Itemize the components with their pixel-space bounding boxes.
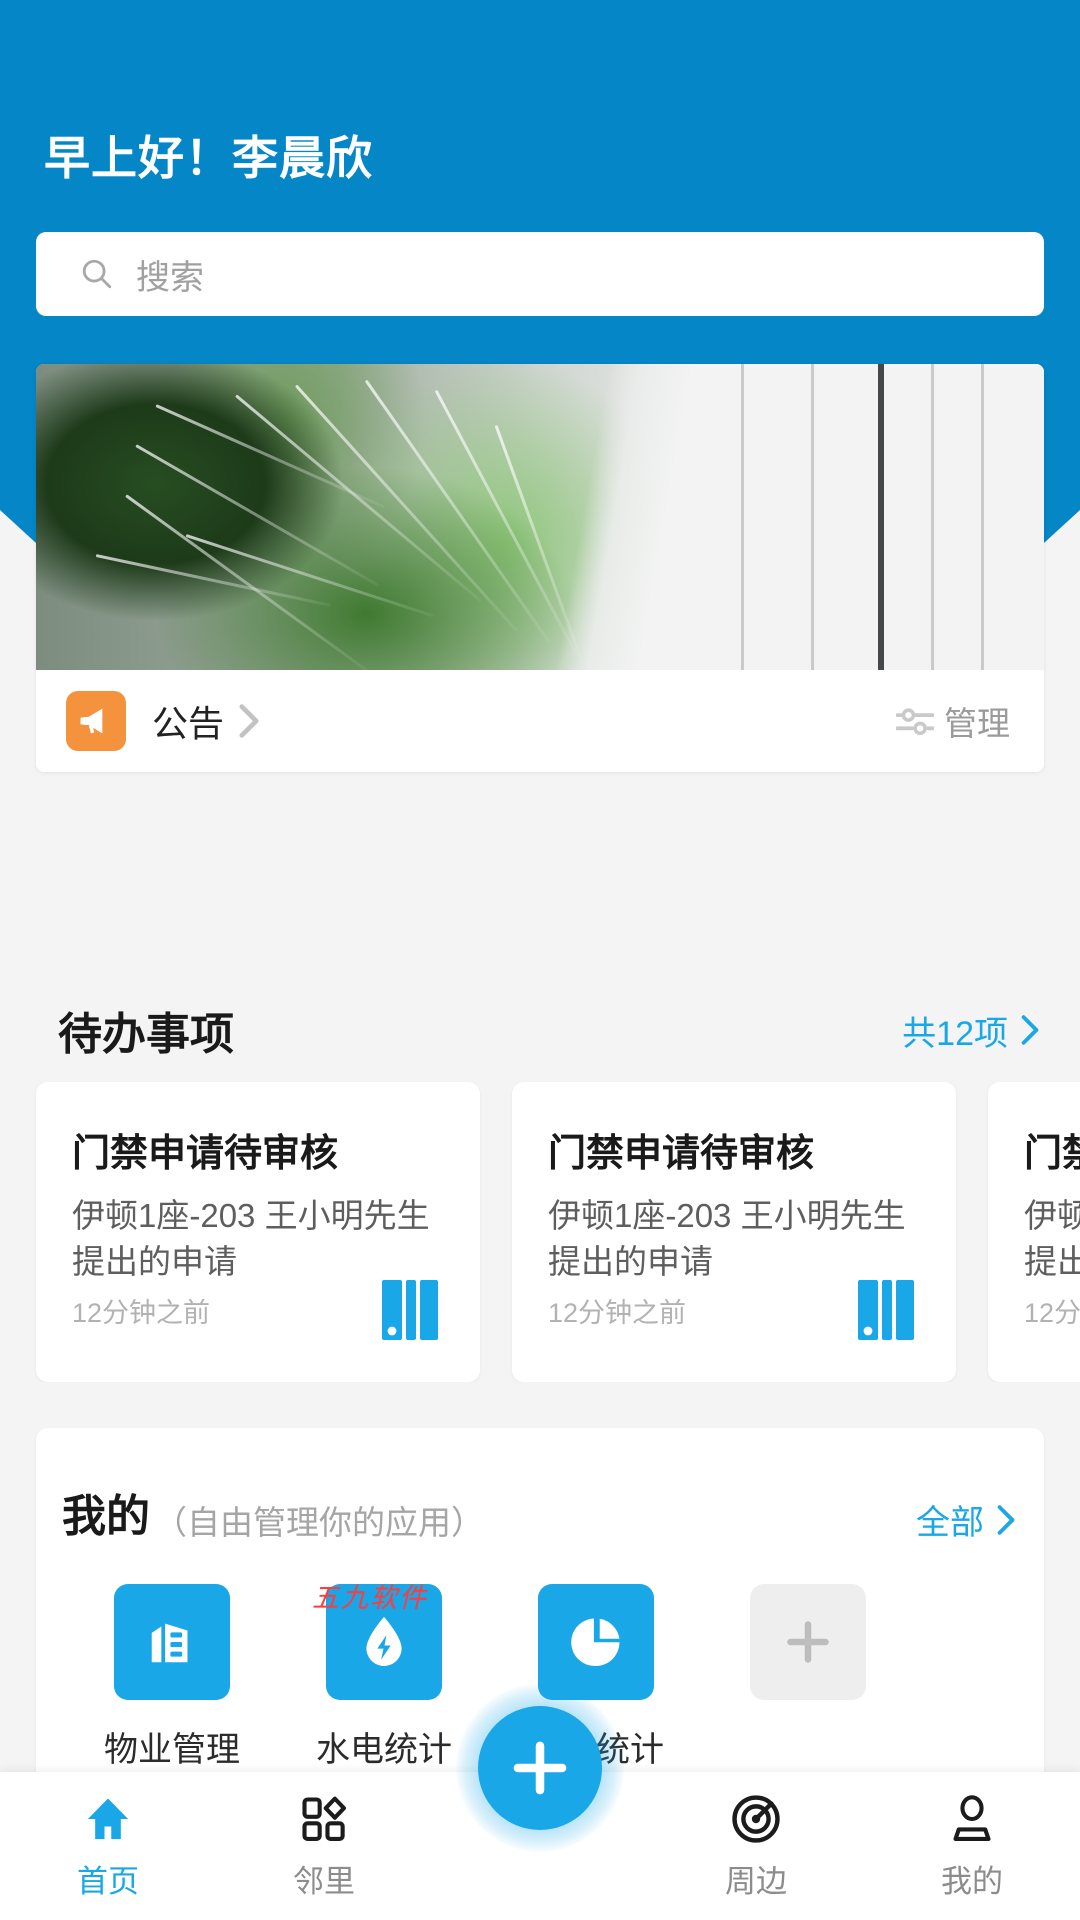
nav-item-profile[interactable]: 我的 bbox=[864, 1772, 1080, 1901]
window-frame bbox=[878, 364, 884, 670]
todo-card-title: 门禁申请待审核 bbox=[548, 1133, 815, 1175]
app-label: 水电统计 bbox=[316, 1731, 452, 1769]
search-icon bbox=[82, 259, 112, 289]
my-apps-title: 我的 bbox=[62, 1492, 150, 1541]
banner-image bbox=[36, 364, 1044, 670]
table-row[interactable]: 门禁申请待审核 伊顿1座-203 王小明先生提出的申请 12分钟之前 bbox=[988, 1082, 1080, 1382]
todo-title: 待办事项 bbox=[58, 1010, 234, 1059]
todo-card-description: 伊顿1座-203 王小明先生提出的申请 bbox=[548, 1197, 906, 1280]
todo-card-timestamp: 12分钟之前 bbox=[72, 1298, 211, 1328]
app-label: 物业管理 bbox=[104, 1731, 240, 1769]
todo-more-label: 共12项 bbox=[902, 1014, 1008, 1053]
megaphone-icon bbox=[66, 691, 126, 751]
nav-label: 我的 bbox=[941, 1864, 1003, 1899]
nav-label: 邻里 bbox=[293, 1864, 355, 1899]
sliders-icon bbox=[896, 708, 934, 736]
announcement-banner-card[interactable]: 公告 管理 bbox=[36, 364, 1044, 772]
plus-icon bbox=[513, 1741, 567, 1795]
radar-icon bbox=[728, 1790, 784, 1848]
nav-label: 周边 bbox=[725, 1864, 787, 1899]
todo-section-header: 待办事项 共12项 bbox=[0, 985, 1080, 1075]
todo-card-carousel[interactable]: 门禁申请待审核 伊顿1座-203 王小明先生提出的申请 12分钟之前 门禁申请待… bbox=[0, 1082, 1080, 1382]
greeting-text: 早上好！李晨欣 bbox=[44, 132, 373, 184]
nav-label: 首页 bbox=[77, 1864, 139, 1899]
add-fab-button[interactable] bbox=[450, 1678, 630, 1858]
todo-more-button[interactable]: 共12项 bbox=[902, 1006, 1040, 1055]
grid-icon bbox=[298, 1790, 350, 1848]
manage-button[interactable]: 管理 bbox=[896, 697, 1010, 745]
water-drop-bolt-icon: 五九软件 bbox=[312, 1583, 442, 1700]
nav-item-nearby[interactable]: 周边 bbox=[648, 1772, 864, 1901]
id-card-icon bbox=[858, 1280, 914, 1340]
person-icon bbox=[946, 1790, 998, 1848]
table-row[interactable]: 门禁申请待审核 伊顿1座-203 王小明先生提出的申请 12分钟之前 bbox=[36, 1082, 480, 1382]
nav-item-home[interactable]: 首页 bbox=[0, 1772, 216, 1901]
my-apps-subtitle: （自由管理你的应用） bbox=[154, 1504, 484, 1541]
search-input[interactable]: 搜索 bbox=[36, 232, 1044, 316]
my-apps-all-button[interactable]: 全部 bbox=[916, 1495, 1016, 1544]
home-icon bbox=[80, 1790, 136, 1848]
todo-card-timestamp: 12分钟之前 bbox=[548, 1298, 687, 1328]
watermark-text: 五九软件 bbox=[312, 1583, 428, 1613]
announcement-label: 公告 bbox=[152, 703, 225, 744]
table-row[interactable]: 门禁申请待审核 伊顿1座-203 王小明先生提出的申请 12分钟之前 bbox=[512, 1082, 956, 1382]
my-apps-header: 我的 （自由管理你的应用） 全部 bbox=[36, 1428, 1044, 1544]
todo-card-title: 门禁申请待审核 bbox=[1024, 1133, 1080, 1175]
manage-label: 管理 bbox=[944, 705, 1010, 742]
chevron-right-icon bbox=[1021, 1015, 1039, 1045]
id-card-icon bbox=[382, 1280, 438, 1340]
search-placeholder: 搜索 bbox=[136, 258, 204, 297]
announcement-row[interactable]: 公告 管理 bbox=[36, 670, 1044, 772]
fab-circle bbox=[478, 1706, 602, 1830]
building-icon bbox=[114, 1584, 230, 1700]
app-item-property-management[interactable]: 物业管理 bbox=[66, 1584, 278, 1771]
todo-card-timestamp: 12分钟之前 bbox=[1024, 1298, 1080, 1328]
todo-card-description: 伊顿1座-203 王小明先生提出的申请 bbox=[1024, 1197, 1080, 1280]
nav-item-neighborhood[interactable]: 邻里 bbox=[216, 1772, 432, 1901]
todo-card-description: 伊顿1座-203 王小明先生提出的申请 bbox=[72, 1197, 430, 1280]
todo-card-title: 门禁申请待审核 bbox=[72, 1133, 339, 1175]
chevron-right-icon bbox=[239, 704, 259, 738]
chevron-right-icon bbox=[997, 1504, 1015, 1535]
app-item-add[interactable] bbox=[702, 1584, 914, 1771]
my-apps-all-label: 全部 bbox=[916, 1504, 984, 1542]
plus-icon bbox=[750, 1584, 866, 1700]
